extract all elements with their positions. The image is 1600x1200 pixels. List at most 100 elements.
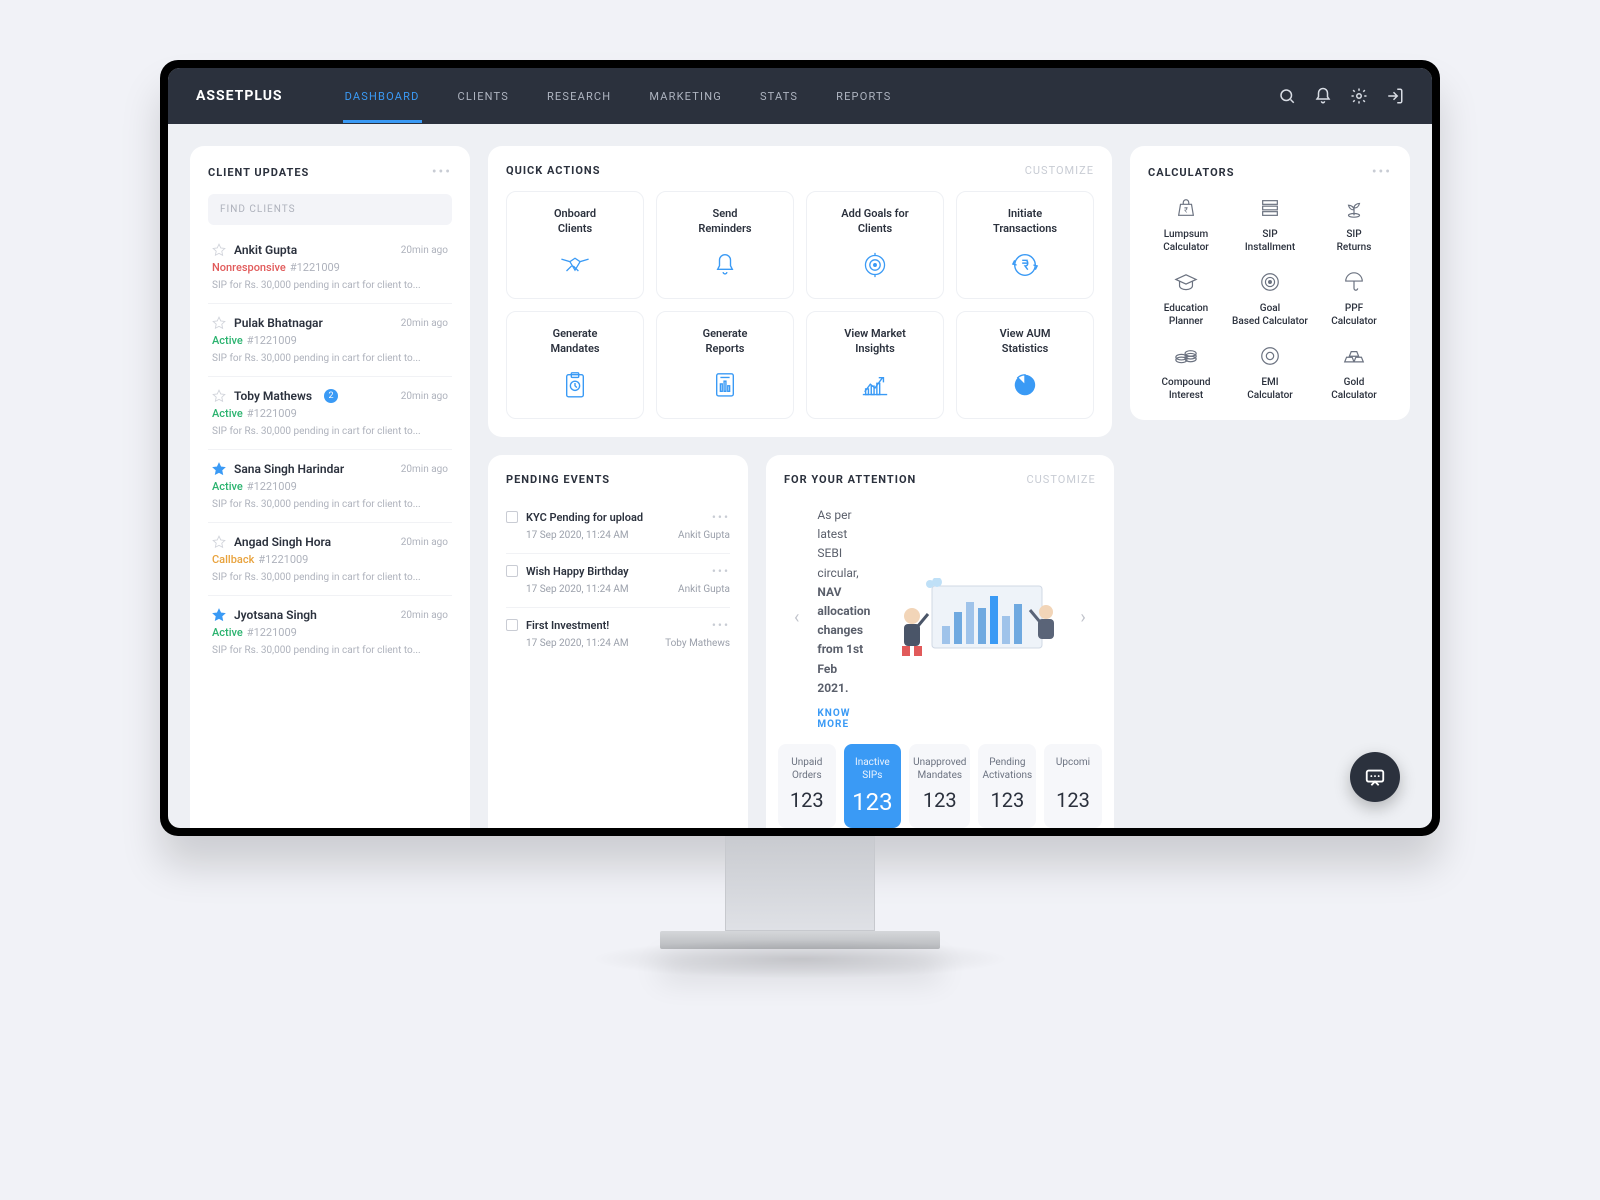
quick-actions-customize-button[interactable]: CUSTOMIZE <box>1025 164 1094 177</box>
client-name: Angad Singh Hora <box>234 535 331 549</box>
client-time: 20min ago <box>401 245 448 256</box>
calculator-bullseye[interactable]: Goal Based Calculator <box>1232 268 1308 328</box>
client-name: Ankit Gupta <box>234 243 297 257</box>
star-icon[interactable] <box>212 535 226 549</box>
calculators-menu-icon[interactable]: ••• <box>1372 164 1392 180</box>
attention-card[interactable]: Upcomi123 <box>1044 744 1102 828</box>
pending-event-item[interactable]: Wish Happy Birthday ••• 17 Sep 2020, 11:2… <box>506 554 730 608</box>
quick-action-clipboard[interactable]: GenerateMandates <box>506 311 644 419</box>
banner-next-icon[interactable]: › <box>1074 607 1091 628</box>
client-desc: SIP for Rs. 30,000 pending in cart for c… <box>212 353 448 364</box>
attention-card[interactable]: Unpaid Orders 123 <box>778 744 836 828</box>
client-id: #1221009 <box>247 407 297 420</box>
search-icon[interactable] <box>1278 87 1296 105</box>
calculator-stack[interactable]: SIP Installment <box>1232 194 1308 254</box>
checkbox-icon[interactable] <box>506 511 518 523</box>
pe-name: Ankit Gupta <box>678 530 730 541</box>
calculator-ring[interactable]: EMI Calculator <box>1232 342 1308 402</box>
banner-prev-icon[interactable]: ‹ <box>788 607 805 628</box>
bullseye-icon <box>1232 268 1308 296</box>
nav-stats[interactable]: STATS <box>758 70 800 123</box>
checkbox-icon[interactable] <box>506 619 518 631</box>
calculator-coins[interactable]: Compound Interest <box>1148 342 1224 402</box>
pe-title: First Investment! <box>526 619 609 632</box>
client-updates-menu-icon[interactable]: ••• <box>432 164 452 180</box>
calculator-plant[interactable]: SIP Returns <box>1316 194 1392 254</box>
gear-icon[interactable] <box>1350 87 1368 105</box>
pe-title: Wish Happy Birthday <box>526 565 629 578</box>
pending-events-title: PENDING EVENTS <box>506 473 610 486</box>
pe-menu-icon[interactable]: ••• <box>712 510 730 524</box>
calc-label: Goal Based Calculator <box>1232 302 1308 328</box>
calculator-bag[interactable]: ₹Lumpsum Calculator <box>1148 194 1224 254</box>
quick-action-pie[interactable]: View AUMStatistics <box>956 311 1094 419</box>
chat-fab-button[interactable] <box>1350 752 1400 802</box>
client-time: 20min ago <box>401 318 448 329</box>
calculator-umbrella[interactable]: PPF Calculator <box>1316 268 1392 328</box>
pe-menu-icon[interactable]: ••• <box>712 618 730 632</box>
nav-dashboard[interactable]: DASHBOARD <box>343 70 422 123</box>
attention-card[interactable]: Unapproved Mandates123 <box>909 744 970 828</box>
client-desc: SIP for Rs. 30,000 pending in cart for c… <box>212 499 448 510</box>
client-time: 20min ago <box>401 537 448 548</box>
quick-action-report[interactable]: GenerateReports <box>656 311 794 419</box>
chart-up-icon <box>813 370 937 400</box>
bag-icon: ₹ <box>1148 194 1224 222</box>
quick-action-chart-up[interactable]: View MarketInsights <box>806 311 944 419</box>
client-status: Nonresponsive <box>212 261 286 274</box>
quick-action-rupee-cycle[interactable]: InitiateTransactions <box>956 191 1094 299</box>
client-item[interactable]: Angad Singh Hora 20min ago Callback#1221… <box>208 523 452 596</box>
rupee-cycle-icon <box>963 250 1087 280</box>
client-item[interactable]: Toby Mathews 2 20min ago Active#1221009 … <box>208 377 452 450</box>
client-desc: SIP for Rs. 30,000 pending in cart for c… <box>212 280 448 291</box>
client-status: Active <box>212 626 243 639</box>
badge-count: 2 <box>324 389 338 403</box>
quick-action-handshake[interactable]: OnboardClients <box>506 191 644 299</box>
quick-action-bell[interactable]: SendReminders <box>656 191 794 299</box>
star-icon[interactable] <box>212 608 226 622</box>
checkbox-icon[interactable] <box>506 565 518 577</box>
client-status: Active <box>212 407 243 420</box>
plant-icon <box>1316 194 1392 222</box>
pe-menu-icon[interactable]: ••• <box>712 564 730 578</box>
client-name: Pulak Bhatnagar <box>234 316 323 330</box>
calculators-title: CALCULATORS <box>1148 166 1235 179</box>
know-more-link[interactable]: KNOW MORE <box>817 708 870 730</box>
calculator-gold[interactable]: Gold Calculator <box>1316 342 1392 402</box>
report-icon <box>663 370 787 400</box>
star-icon[interactable] <box>212 316 226 330</box>
qa-label: SendReminders <box>663 206 787 238</box>
star-icon[interactable] <box>212 243 226 257</box>
bell-icon[interactable] <box>1314 87 1332 105</box>
star-icon[interactable] <box>212 462 226 476</box>
client-time: 20min ago <box>401 464 448 475</box>
client-item[interactable]: Ankit Gupta 20min ago Nonresponsive #1221… <box>208 231 452 304</box>
client-desc: SIP for Rs. 30,000 pending in cart for c… <box>212 645 448 656</box>
att-card-value: 123 <box>782 788 832 812</box>
find-clients-input[interactable]: FIND CLIENTS <box>208 194 452 225</box>
calculator-grad-cap[interactable]: Education Planner <box>1148 268 1224 328</box>
coins-icon <box>1148 342 1224 370</box>
pending-event-item[interactable]: First Investment!••• 17 Sep 2020, 11:24 … <box>506 608 730 661</box>
star-icon[interactable] <box>212 389 226 403</box>
quick-action-target[interactable]: Add Goals forClients <box>806 191 944 299</box>
client-item[interactable]: Pulak Bhatnagar 20min ago Active#1221009… <box>208 304 452 377</box>
client-status: Active <box>212 480 243 493</box>
pending-event-item[interactable]: KYC Pending for upload••• 17 Sep 2020, 1… <box>506 500 730 554</box>
nav-research[interactable]: RESEARCH <box>545 70 613 123</box>
nav-marketing[interactable]: MARKETING <box>647 70 724 123</box>
client-item[interactable]: Sana Singh Harindar 20min ago Active#122… <box>208 450 452 523</box>
pe-date: 17 Sep 2020, 11:24 AM <box>526 584 629 595</box>
att-card-value: 123 <box>848 788 898 816</box>
attention-title: FOR YOUR ATTENTION <box>784 473 916 486</box>
client-item[interactable]: Jyotsana Singh 20min ago Active#1221009 … <box>208 596 452 668</box>
att-card-label: Unpaid Orders <box>782 756 832 784</box>
attention-customize-button[interactable]: CUSTOMIZE <box>1027 473 1096 486</box>
nav-reports[interactable]: REPORTS <box>834 70 893 123</box>
client-id: #1221009 <box>290 261 340 274</box>
logout-icon[interactable] <box>1386 87 1404 105</box>
attention-card[interactable]: Pending Activations123 <box>978 744 1036 828</box>
client-name: Jyotsana Singh <box>234 608 317 622</box>
nav-clients[interactable]: CLIENTS <box>456 70 511 123</box>
attention-card[interactable]: Inactive SIPs123 <box>844 744 902 828</box>
